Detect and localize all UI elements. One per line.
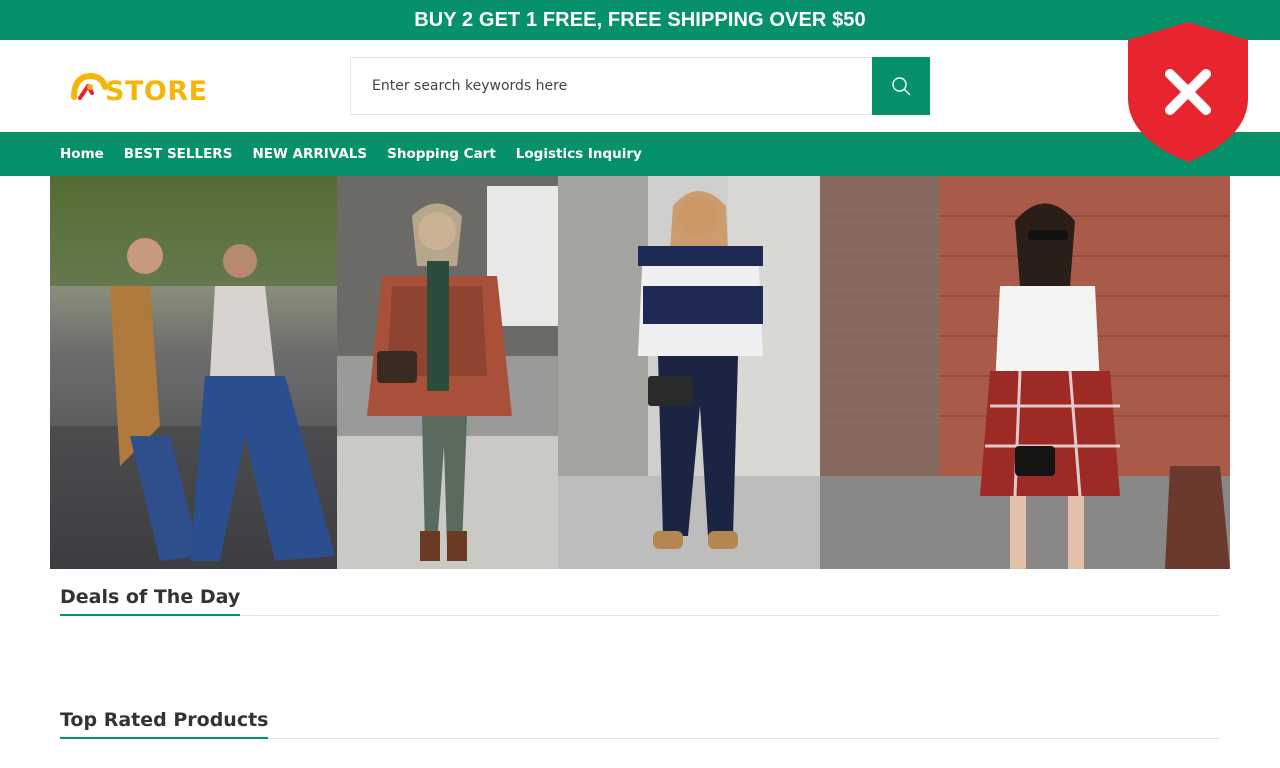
search-input[interactable] xyxy=(351,58,872,114)
nav-item-logistics-inquiry[interactable]: Logistics Inquiry xyxy=(516,146,642,162)
search-icon xyxy=(892,77,911,96)
promo-text: BUY 2 GET 1 FREE, FREE SHIPPING OVER $50 xyxy=(414,8,866,31)
main-nav: Home BEST SELLERS NEW ARRIVALS Shopping … xyxy=(0,132,1280,176)
top-rated-section-header: Top Rated Products xyxy=(60,709,1220,739)
logo-mark-icon xyxy=(71,72,108,100)
hero-banner[interactable] xyxy=(50,176,1230,569)
shield-x-icon[interactable] xyxy=(1126,20,1250,164)
nav-item-new-arrivals[interactable]: NEW ARRIVALS xyxy=(252,146,367,162)
site-header: STORE xyxy=(0,40,1280,132)
nav-item-best-sellers[interactable]: BEST SELLERS xyxy=(124,146,233,162)
hero-photo-3 xyxy=(558,176,820,569)
nav-item-home[interactable]: Home xyxy=(60,146,104,162)
store-logo[interactable]: STORE xyxy=(68,64,208,110)
logo-text: STORE xyxy=(105,75,208,107)
search-button[interactable] xyxy=(872,57,930,115)
promo-banner: BUY 2 GET 1 FREE, FREE SHIPPING OVER $50 xyxy=(0,0,1280,40)
hero-photo-2 xyxy=(337,176,558,569)
hero-photo-4 xyxy=(820,176,1230,569)
hero-photo-1 xyxy=(50,176,337,569)
search-bar xyxy=(350,57,930,115)
deals-section-title: Deals of The Day xyxy=(60,586,241,616)
top-rated-section-title: Top Rated Products xyxy=(60,709,269,739)
deals-section-header: Deals of The Day xyxy=(60,586,1220,616)
nav-item-shopping-cart[interactable]: Shopping Cart xyxy=(387,146,496,162)
